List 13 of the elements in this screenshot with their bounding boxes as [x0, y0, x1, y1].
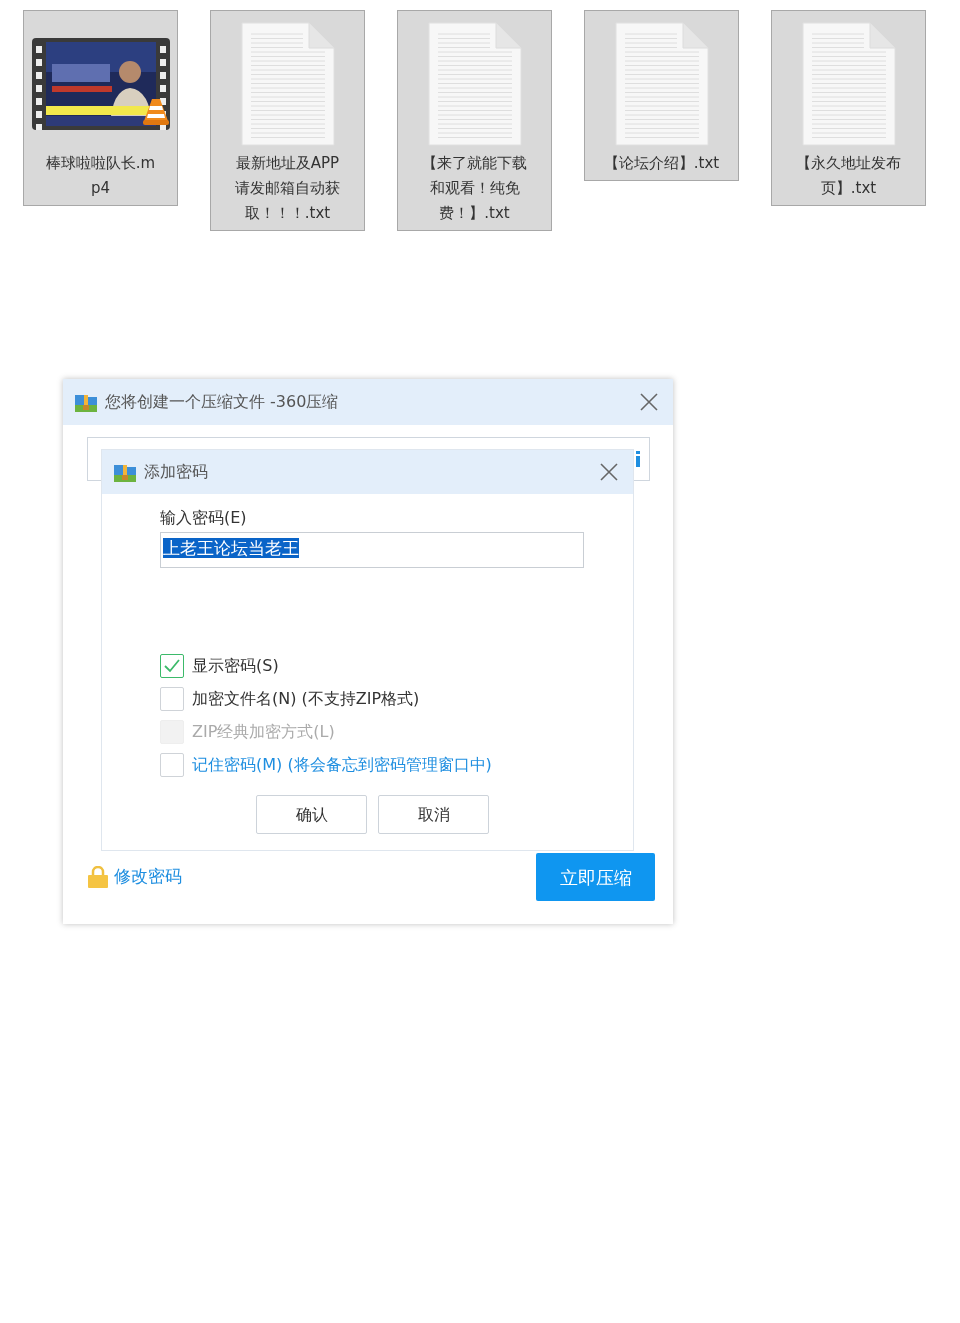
file-name: 棒球啦啦队长.mp4	[44, 153, 157, 199]
file-name: 【来了就能下载和观看！纯免费！】.txt	[421, 153, 528, 224]
file-name: 【永久地址发布页】.txt	[795, 153, 902, 199]
checkbox-label: ZIP经典加密方式(L)	[192, 721, 335, 743]
file-name: 【论坛介绍】.txt	[602, 153, 721, 174]
checkbox-label: 显示密码(S)	[192, 655, 279, 677]
window-title: 添加密码	[144, 461, 208, 483]
window-title: 您将创建一个压缩文件 -360压缩	[105, 391, 339, 413]
checkbox-label: 记住密码(M) (将会备忘到密码管理窗口中)	[192, 754, 492, 776]
file-name: 最新地址及APP请发邮箱自动获取！！！.txt	[234, 153, 341, 224]
checkbox-label: 加密文件名(N) (不支持ZIP格式)	[192, 688, 420, 710]
password-text: 上老王论坛当老王	[163, 538, 299, 558]
field-label: 输入密码(E)	[160, 507, 247, 529]
